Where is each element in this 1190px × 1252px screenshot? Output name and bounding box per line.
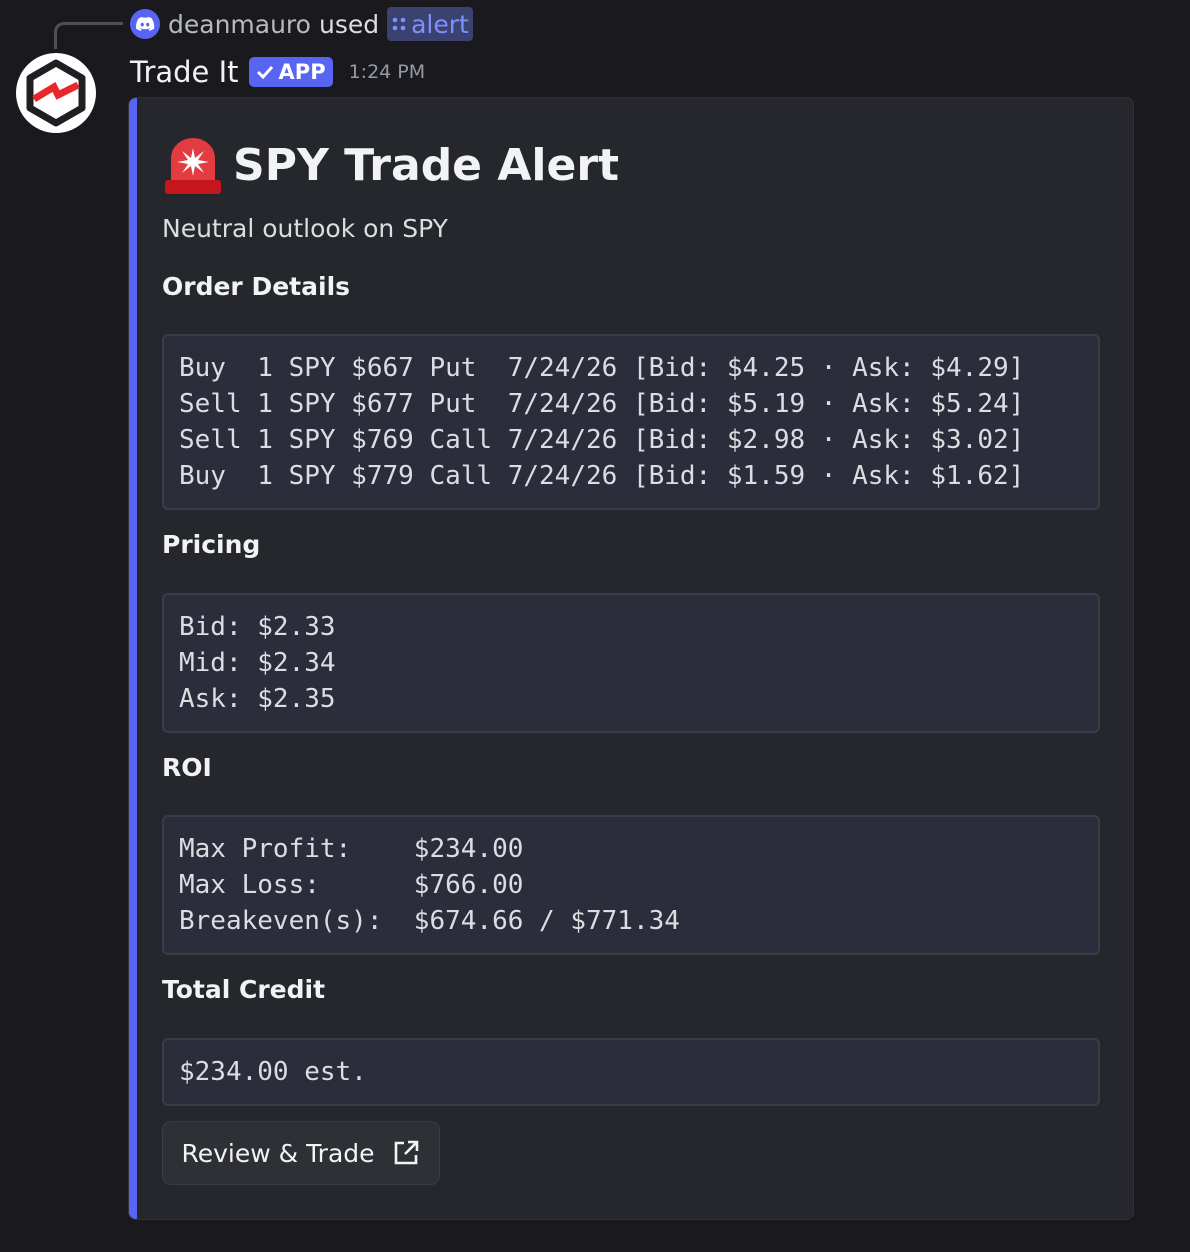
user-avatar[interactable]: [130, 9, 160, 39]
discord-icon: [136, 16, 155, 31]
rotating-light-icon: [165, 138, 221, 194]
slash-command[interactable]: alert: [387, 7, 473, 41]
review-trade-button-label: Review & Trade: [181, 1138, 375, 1168]
pricing-line: Mid: $2.34: [179, 648, 336, 678]
message-timestamp[interactable]: 1:24 PM: [349, 61, 426, 83]
slash-command-label: alert: [411, 9, 469, 39]
roi-line: Max Profit: $234.00: [179, 834, 524, 864]
pricing-code-block: Bid: $2.33 Mid: $2.34 Ask: $2.35: [162, 593, 1100, 733]
embed-description: Neutral outlook on SPY: [162, 214, 448, 243]
pricing-line: Ask: $2.35: [179, 684, 336, 714]
reply-username[interactable]: deanmauro: [168, 10, 311, 39]
trade-it-logo-icon: [26, 59, 86, 127]
reply-action: used: [318, 9, 380, 39]
order-details-code-block: Buy 1 SPY $667 Put 7/24/26 [Bid: $4.25 ·…: [162, 334, 1100, 510]
reply-connector: [54, 22, 123, 49]
pricing-line: Bid: $2.33: [179, 612, 336, 642]
app-badge: APP: [248, 57, 333, 87]
total-credit-code-block: $234.00 est.: [162, 1038, 1100, 1106]
order-line: Buy 1 SPY $779 Call 7/24/26 [Bid: $1.59 …: [179, 461, 1025, 491]
message-header: Trade It APP 1:24 PM: [130, 52, 425, 92]
embed-title: SPY Trade Alert: [161, 134, 619, 196]
field-total-credit-title: Total Credit: [162, 975, 326, 1004]
order-line: Buy 1 SPY $667 Put 7/24/26 [Bid: $4.25 ·…: [179, 353, 1025, 383]
app-badge-label: APP: [278, 60, 326, 84]
roi-line: Breakeven(s): $674.66 / $771.34: [179, 906, 680, 936]
app-name[interactable]: Trade It: [130, 55, 239, 89]
reply-context: deanmauro used alert: [130, 6, 473, 42]
roi-line: Max Loss: $766.00: [179, 870, 524, 900]
field-pricing-title: Pricing: [162, 530, 261, 559]
total-credit-line: $234.00 est.: [179, 1057, 367, 1087]
app-avatar[interactable]: [16, 53, 96, 133]
embed-accent-bar: [129, 98, 137, 1219]
roi-code-block: Max Profit: $234.00 Max Loss: $766.00 Brea…: [162, 815, 1100, 955]
field-roi-title: ROI: [162, 753, 212, 782]
field-order-details-title: Order Details: [162, 272, 351, 301]
checkmark-icon: [256, 65, 273, 80]
external-link-icon: [394, 1140, 418, 1165]
alert-embed: SPY Trade Alert Neutral outlook on SPY O…: [128, 97, 1134, 1220]
order-line: Sell 1 SPY $677 Put 7/24/26 [Bid: $5.19 …: [179, 389, 1025, 419]
order-line: Sell 1 SPY $769 Call 7/24/26 [Bid: $2.98…: [179, 425, 1025, 455]
review-trade-button[interactable]: Review & Trade: [162, 1121, 440, 1185]
app-command-icon: [392, 17, 406, 31]
embed-title-text: SPY Trade Alert: [233, 139, 620, 191]
